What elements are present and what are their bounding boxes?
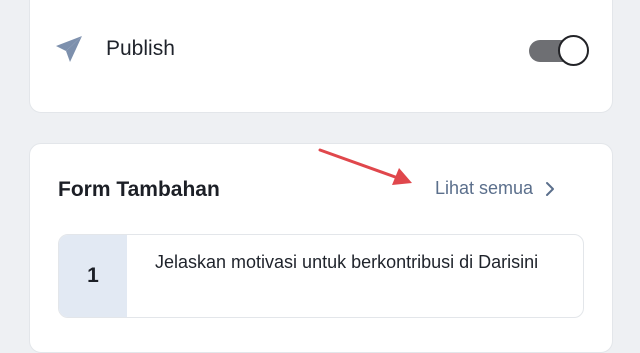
form-title: Form Tambahan	[58, 178, 220, 201]
form-tambahan-card: Form Tambahan Lihat semua 1 Jelaskan mot…	[29, 143, 613, 353]
see-all-label: Lihat semua	[435, 178, 534, 198]
question-item[interactable]: 1 Jelaskan motivasi untuk berkontribusi …	[58, 234, 584, 318]
toggle-knob	[558, 35, 589, 66]
publish-label: Publish	[106, 37, 175, 60]
send-icon	[56, 36, 82, 62]
publish-toggle[interactable]	[527, 34, 593, 68]
see-all-link[interactable]: Lihat semua	[435, 178, 555, 199]
publish-card: Publish	[29, 0, 613, 113]
question-text: Jelaskan motivasi untuk berkontribusi di…	[155, 252, 539, 272]
question-number: 1	[59, 235, 127, 317]
publish-row: Publish	[54, 34, 175, 64]
chevron-right-icon	[546, 181, 555, 196]
